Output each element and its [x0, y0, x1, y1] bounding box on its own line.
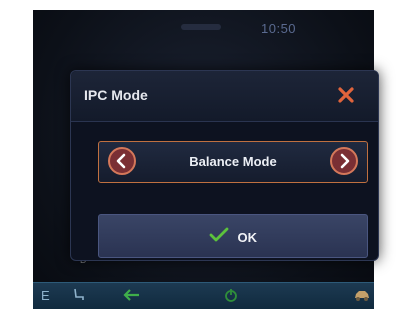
seat-icon[interactable]: [71, 287, 87, 308]
power-icon[interactable]: [223, 287, 239, 308]
mode-selector: Balance Mode: [98, 141, 368, 183]
dialog-header: IPC Mode: [71, 71, 378, 122]
chevron-right-icon: [340, 153, 350, 169]
check-icon: [209, 227, 229, 248]
bottom-bar: E: [33, 282, 374, 309]
ok-label: OK: [237, 230, 257, 245]
close-button[interactable]: [336, 85, 356, 105]
ok-button-content: OK: [99, 227, 367, 248]
status-indicator: [181, 24, 221, 30]
next-mode-button[interactable]: [330, 147, 358, 175]
arrow-icon[interactable]: [121, 287, 141, 308]
bottom-bar-letter: E: [41, 288, 50, 303]
dialog-title: IPC Mode: [84, 87, 148, 103]
ipc-mode-dialog: IPC Mode Balance Mode OK: [70, 70, 379, 261]
car-icon[interactable]: [353, 287, 371, 308]
current-mode-label: Balance Mode: [189, 154, 277, 169]
ok-button[interactable]: OK: [98, 214, 368, 258]
close-icon: [338, 87, 354, 103]
clock: 10:50: [261, 21, 297, 36]
